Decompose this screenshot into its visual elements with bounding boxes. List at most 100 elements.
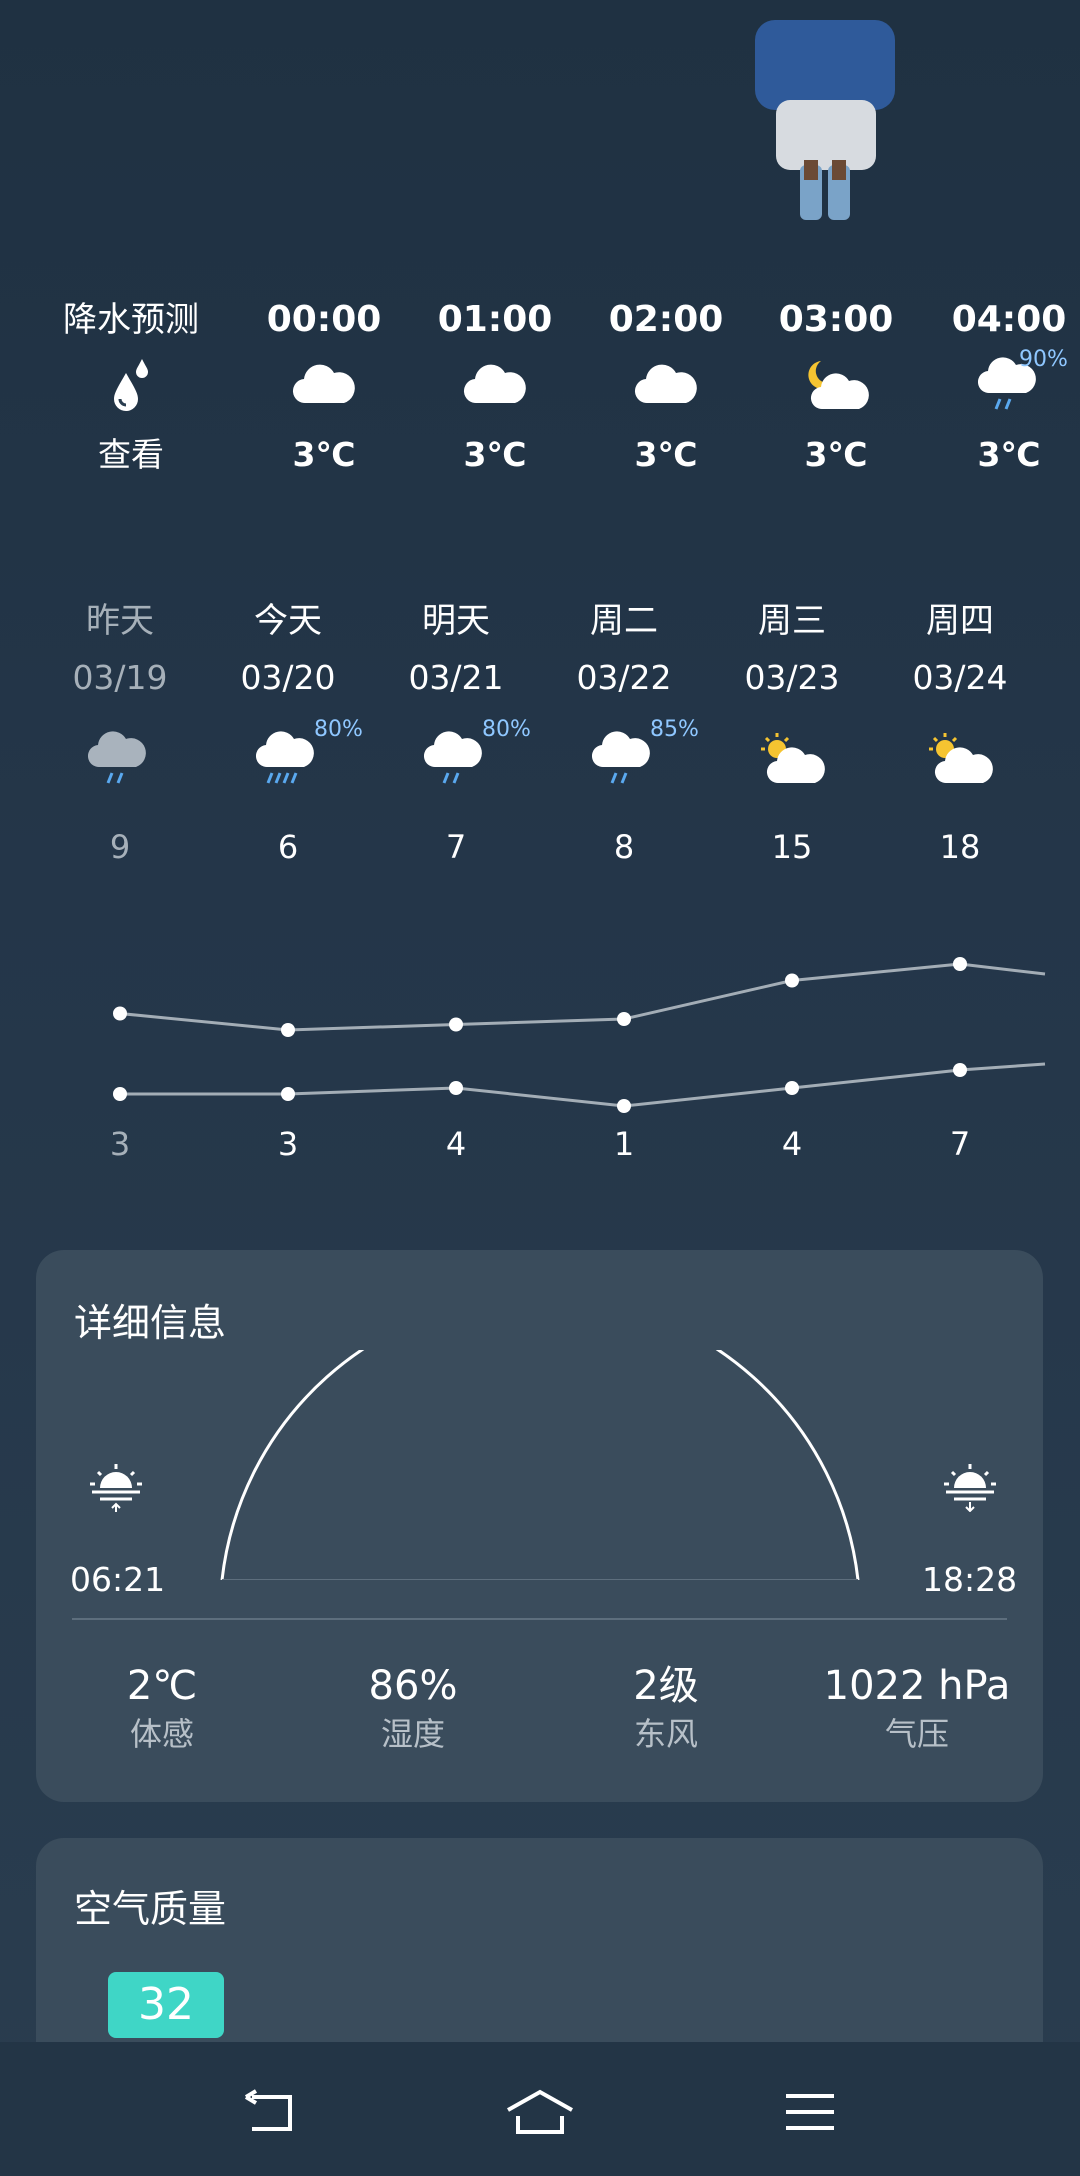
hour-temp: 3℃	[463, 435, 527, 474]
home-button[interactable]	[500, 2082, 580, 2142]
day-high-temp: 7	[445, 828, 467, 866]
view-precipitation-link[interactable]: 查看	[61, 425, 201, 485]
high-temp-point	[113, 1006, 127, 1021]
stat-value: 86%	[368, 1663, 458, 1709]
precipitation-probability: 80%	[482, 717, 531, 742]
hour-temp: 3℃	[804, 435, 868, 474]
day-low-temp: 4	[781, 1125, 803, 1163]
high-temp-line	[119, 962, 1046, 1032]
weather-illustration	[740, 0, 920, 250]
day-name: 周四	[926, 601, 994, 641]
low-temp-line	[120, 1062, 1046, 1108]
temperature-trend-chart	[113, 957, 1046, 1113]
menu-icon	[786, 2094, 834, 2130]
precipitation-forecast-label: 降水预测	[63, 300, 199, 340]
home-icon	[507, 2089, 573, 2134]
daily-item[interactable]: 昨天 03/19 9	[36, 595, 204, 877]
sunset-icon	[930, 1462, 1010, 1516]
stat-label: 气压	[884, 1715, 949, 1753]
light-rain-icon: 85%	[540, 709, 708, 809]
day-low-temp: 4	[445, 1125, 467, 1163]
daily-item[interactable]: 明天 03/21 80% 7	[372, 595, 540, 877]
day-date: 03/21	[408, 658, 504, 697]
daily-item[interactable]: 周三 03/23 15	[708, 595, 876, 877]
precipitation-forecast-column[interactable]: 降水预测 查看	[61, 295, 201, 485]
day-low-temp: 7	[949, 1125, 971, 1163]
moderate-rain-icon: 80%	[204, 709, 372, 809]
back-button[interactable]	[230, 2082, 310, 2142]
low-temp-point	[953, 1063, 967, 1077]
day-high-temp: 15	[771, 828, 813, 866]
high-temp-point	[617, 1012, 631, 1026]
low-temp-point	[113, 1087, 127, 1101]
hour-time: 00:00	[266, 299, 382, 340]
day-name: 明天	[422, 601, 490, 641]
day-low-temp: 3	[277, 1125, 299, 1163]
stat-value: 2级	[633, 1663, 699, 1709]
hour-time: 03:00	[778, 299, 894, 340]
day-date: 03/19	[72, 658, 168, 697]
cloudy-night-icon	[766, 345, 906, 425]
hour-temp: 3℃	[292, 435, 356, 474]
light-rain-icon: 90%	[939, 345, 1079, 425]
day-name: 今天	[254, 601, 322, 641]
light-rain-icon: 80%	[372, 709, 540, 809]
sunrise-icon	[76, 1462, 156, 1516]
hourly-item: 04:00 90% 3℃	[939, 295, 1079, 485]
day-high-temp: 18	[939, 828, 981, 866]
high-temp-point	[785, 973, 799, 988]
low-temps-row: 3 3 4 1 4 7	[36, 1125, 1044, 1185]
partly-sunny-icon	[876, 709, 1044, 809]
day-name: 周三	[758, 601, 826, 641]
daily-item[interactable]: 今天 03/20 80% 6	[204, 595, 372, 877]
stat-label: 东风	[633, 1715, 698, 1753]
day-low-temp: 1	[613, 1125, 635, 1163]
day-name: 周二	[590, 601, 658, 641]
hourly-item: 02:00 3℃	[596, 295, 736, 485]
high-temp-point	[281, 1023, 295, 1037]
stat-label: 湿度	[380, 1715, 445, 1753]
precipitation-probability: 80%	[314, 717, 363, 742]
daily-item[interactable]: 周四 03/24 18	[876, 595, 1044, 877]
hour-temp: 3℃	[634, 435, 698, 474]
hourly-item: 03:00 3℃	[766, 295, 906, 485]
low-temp-point	[449, 1081, 463, 1095]
menu-button[interactable]	[770, 2082, 850, 2142]
cloudy-icon	[254, 345, 394, 425]
daily-item[interactable]: 周二 03/22 85% 8	[540, 595, 708, 877]
stat-humidity: 86% 湿度	[313, 1660, 513, 1756]
day-date: 03/22	[576, 658, 672, 697]
low-temp-point	[617, 1099, 631, 1113]
stat-feels-like: 2℃ 体感	[62, 1660, 262, 1756]
hour-temp: 3℃	[977, 435, 1041, 474]
air-quality-title: 空气质量	[74, 1887, 227, 1931]
day-high-temp: 9	[109, 828, 131, 866]
stat-value: 2℃	[126, 1663, 198, 1709]
back-icon	[244, 2089, 292, 2131]
sunset-time: 18:28	[922, 1560, 1018, 1599]
day-low-temp: 3	[109, 1125, 131, 1163]
sunrise-time: 06:21	[70, 1560, 166, 1599]
hourly-item: 00:00 3℃	[254, 295, 394, 485]
cloudy-icon	[425, 345, 565, 425]
light-rain-icon	[36, 709, 204, 809]
aqi-badge: 32	[108, 1972, 224, 2038]
high-temp-point	[953, 957, 967, 971]
partly-sunny-icon	[708, 709, 876, 809]
day-date: 03/20	[240, 658, 336, 697]
precipitation-probability: 90%	[1019, 347, 1068, 372]
day-high-temp: 8	[613, 828, 635, 866]
hour-time: 01:00	[437, 299, 553, 340]
sun-path-arc	[220, 1350, 860, 1580]
raindrop-icon	[61, 345, 201, 425]
stat-value: 1022 hPa	[823, 1663, 1011, 1709]
precipitation-probability: 85%	[650, 717, 699, 742]
day-date: 03/23	[744, 658, 840, 697]
low-temp-point	[281, 1087, 295, 1101]
stat-pressure: 1022 hPa 气压	[817, 1660, 1017, 1756]
day-date: 03/24	[912, 658, 1008, 697]
hour-time: 04:00	[951, 299, 1067, 340]
stat-label: 体感	[129, 1715, 194, 1753]
high-temp-point	[449, 1017, 463, 1032]
cloudy-icon	[596, 345, 736, 425]
